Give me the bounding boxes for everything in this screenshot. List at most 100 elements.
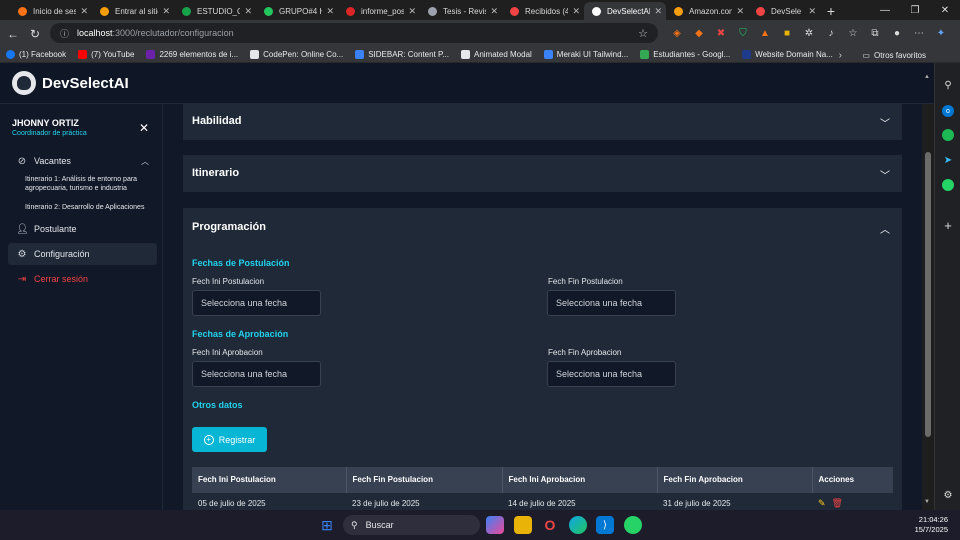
- extension-icon[interactable]: ◆: [690, 24, 708, 42]
- trash-icon[interactable]: 🗑︎: [832, 498, 843, 508]
- maximize-icon[interactable]: ❐: [900, 0, 930, 20]
- scroll-up-icon[interactable]: ▲: [924, 74, 930, 80]
- browser-tab[interactable]: GRUPO#4 H ✕: [256, 2, 338, 20]
- whatsapp-icon[interactable]: [624, 516, 642, 534]
- bookmark-star-icon[interactable]: ☆: [638, 27, 648, 40]
- scroll-down-icon[interactable]: ▼: [924, 499, 930, 505]
- tab-favicon-icon: [510, 6, 519, 16]
- browser-tab[interactable]: ESTUDIO_CA✕: [174, 2, 256, 20]
- extensions-puzzle-icon[interactable]: ✲: [800, 24, 818, 42]
- taskbar-search[interactable]: ⚲ Buscar: [343, 515, 480, 535]
- bookmark-item[interactable]: Estudiantes - Googl...: [640, 50, 730, 59]
- file-explorer-icon[interactable]: [514, 516, 532, 534]
- fech-fin-aprobacion-input[interactable]: [547, 361, 676, 387]
- table-cell: 14 de julio de 2025: [502, 491, 657, 510]
- sidebar-subitem-itinerario-2[interactable]: Itinerario 2: Desarrollo de Aplicaciones: [25, 203, 157, 212]
- bookmark-item[interactable]: 2269 elementos de i...: [146, 50, 238, 59]
- accordion-habilidad[interactable]: Habilidad ﹀: [183, 104, 902, 140]
- minimize-icon[interactable]: —: [870, 0, 900, 20]
- close-tab-icon[interactable]: ✕: [326, 6, 334, 17]
- extension-icon[interactable]: ▲: [756, 24, 774, 42]
- extension-icon[interactable]: ■: [778, 24, 796, 42]
- bookmark-item[interactable]: Meraki UI Tailwind...: [543, 50, 628, 59]
- tab-favicon-icon: [18, 6, 27, 16]
- browser-tab[interactable]: DevSele ✕: [748, 2, 820, 20]
- fech-ini-aprobacion-input[interactable]: [192, 361, 321, 387]
- sidebar-item-configuracion[interactable]: ⚙ Configuración: [8, 243, 157, 265]
- reload-icon[interactable]: ↻: [24, 23, 46, 45]
- more-menu-icon[interactable]: ⋯: [910, 24, 928, 42]
- chevron-down-icon: ﹀: [880, 171, 890, 182]
- bookmark-item[interactable]: SIDEBAR: Content P...: [355, 50, 449, 59]
- label-fech-fin-aprobacion: Fech Fin Aprobacion: [548, 348, 622, 357]
- profile-avatar-icon[interactable]: ●: [888, 24, 906, 42]
- browser-tab-active[interactable]: DevSelectAI ✕: [584, 2, 666, 20]
- label-fech-ini-postulacion: Fech Ini Postulacion: [192, 277, 265, 286]
- fech-fin-postulacion-input[interactable]: [547, 290, 676, 316]
- fech-ini-postulacion-input[interactable]: [192, 290, 321, 316]
- close-tab-icon[interactable]: ✕: [408, 6, 416, 17]
- outlook-icon[interactable]: o: [942, 105, 954, 117]
- pencil-icon[interactable]: ✎: [818, 498, 826, 508]
- settings-icon[interactable]: ⚙: [942, 489, 954, 501]
- spotify-icon[interactable]: [942, 129, 954, 141]
- extension-icon[interactable]: ⛉: [734, 24, 752, 42]
- close-tab-icon[interactable]: ✕: [490, 6, 498, 17]
- close-sidebar-icon[interactable]: ✕: [139, 121, 149, 135]
- copilot-icon[interactable]: [486, 516, 504, 534]
- new-tab-button[interactable]: +: [820, 2, 842, 20]
- close-tab-icon[interactable]: ✕: [80, 6, 88, 17]
- register-button[interactable]: + Registrar: [192, 427, 267, 452]
- browser-tab[interactable]: Inicio de ses ✕: [10, 2, 92, 20]
- chevron-up-icon[interactable]: ︿: [880, 221, 890, 236]
- vscode-icon[interactable]: ⟩: [596, 516, 614, 534]
- taskbar: ⊞ ⚲ Buscar O ⟩ 21:04:26 15/7/2025: [0, 510, 960, 540]
- section-otros-datos: Otros datos: [192, 400, 243, 410]
- extension-icon[interactable]: ◈: [668, 24, 686, 42]
- windows-start-icon[interactable]: ⊞: [318, 516, 336, 534]
- close-tab-icon[interactable]: ✕: [654, 6, 662, 17]
- close-tab-icon[interactable]: ✕: [572, 6, 580, 17]
- browser-tab[interactable]: Recibidos (4 ✕: [502, 2, 584, 20]
- sidebar-item-postulante[interactable]: 👤︎ Postulante: [8, 218, 157, 240]
- copilot-icon[interactable]: ✦: [932, 24, 950, 42]
- close-tab-icon[interactable]: ✕: [162, 6, 170, 17]
- system-clock[interactable]: 21:04:26 15/7/2025: [915, 515, 948, 535]
- extension-icon[interactable]: ♪: [822, 24, 840, 42]
- page-scrollbar[interactable]: ▲ ▼: [922, 74, 934, 510]
- bookmark-item[interactable]: Website Domain Na...: [742, 50, 833, 59]
- back-icon[interactable]: ←: [2, 23, 24, 45]
- browser-tab[interactable]: Amazon.com ✕: [666, 2, 748, 20]
- site-info-icon[interactable]: ⓘ: [60, 27, 69, 40]
- bookmark-item[interactable]: CodePen: Online Co...: [250, 50, 343, 59]
- favorites-icon[interactable]: ☆: [844, 24, 862, 42]
- close-tab-icon[interactable]: ✕: [808, 6, 816, 17]
- accordion-itinerario[interactable]: Itinerario ﹀: [183, 155, 902, 192]
- accordion-programacion-header[interactable]: Programación: [192, 221, 266, 233]
- browser-tab[interactable]: informe_pos ✕: [338, 2, 420, 20]
- close-tab-icon[interactable]: ✕: [244, 6, 252, 17]
- bookmark-item[interactable]: (1) Facebook: [6, 50, 66, 59]
- close-window-icon[interactable]: ✕: [930, 0, 960, 20]
- opera-icon[interactable]: O: [541, 516, 559, 534]
- edge-icon[interactable]: [569, 516, 587, 534]
- add-panel-icon[interactable]: +: [942, 218, 954, 233]
- bookmark-item[interactable]: Animated Modal: [460, 50, 532, 59]
- browser-tab[interactable]: Tesis - Revisi ✕: [420, 2, 502, 20]
- close-tab-icon[interactable]: ✕: [736, 6, 744, 17]
- collections-icon[interactable]: ⧉: [866, 24, 884, 42]
- scrollbar-thumb[interactable]: [925, 152, 931, 437]
- table-cell: 23 de julio de 2025: [346, 491, 502, 510]
- sidebar-item-logout[interactable]: ⇥ Cerrar sesión: [8, 268, 157, 290]
- whatsapp-icon[interactable]: [942, 179, 954, 191]
- address-bar[interactable]: ⓘ localhost:3000/reclutador/configuracio…: [50, 23, 658, 43]
- bookmark-item[interactable]: (7) YouTube: [78, 50, 134, 59]
- bookmarks-overflow-icon[interactable]: ›: [839, 47, 842, 63]
- extension-icon[interactable]: ✖: [712, 24, 730, 42]
- other-bookmarks[interactable]: ▭ Otros favoritos: [862, 47, 926, 63]
- sidebar-subitem-itinerario-1[interactable]: Itinerario 1: Análisis de entorno para a…: [25, 175, 157, 193]
- telegram-icon[interactable]: ➤: [942, 154, 954, 166]
- sidebar-item-vacantes[interactable]: ⊘ Vacantes ︿: [8, 150, 157, 172]
- browser-tab[interactable]: Entrar al sitio ✕: [92, 2, 174, 20]
- search-icon[interactable]: ⚲: [942, 79, 954, 91]
